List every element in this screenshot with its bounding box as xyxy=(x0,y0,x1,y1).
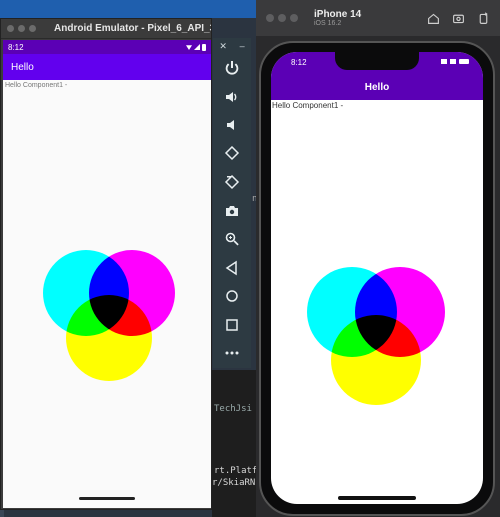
back-button[interactable] xyxy=(213,254,251,283)
home-button[interactable] xyxy=(213,282,251,311)
iphone-notch xyxy=(335,52,419,70)
android-titlebar[interactable]: Android Emulator - Pixel_6_API_33:5... xyxy=(1,19,211,39)
ios-home-indicator[interactable] xyxy=(338,496,416,500)
signal-icon xyxy=(194,44,200,50)
ios-status-time: 8:12 xyxy=(291,58,307,67)
minimize-button[interactable] xyxy=(18,25,25,32)
rotate-right-icon xyxy=(224,175,240,190)
wifi-icon xyxy=(450,59,456,64)
ios-os-version: iOS 16.2 xyxy=(314,19,342,27)
zoom-button-toolbar[interactable] xyxy=(213,225,251,254)
yellow-circle xyxy=(331,315,421,405)
close-icon[interactable]: ✕ xyxy=(219,41,227,52)
android-screen[interactable]: 8:12 Hello Hello Component1 - xyxy=(3,40,211,508)
minimize-icon[interactable]: – xyxy=(240,41,245,51)
android-status-icons xyxy=(186,43,206,51)
ios-nav-title: Hello xyxy=(364,82,390,93)
android-status-bar: 8:12 xyxy=(3,40,211,54)
ios-screen[interactable]: 8:12 Hello Hello Component1 - xyxy=(271,52,483,504)
rotate-left-button[interactable] xyxy=(213,140,251,169)
overview-icon xyxy=(226,319,238,331)
power-button[interactable] xyxy=(213,54,251,83)
ios-device-info: iPhone 14 iOS 16.2 xyxy=(314,9,361,28)
android-emulator-window: Android Emulator - Pixel_6_API_33:5... 8… xyxy=(0,18,212,510)
window-controls[interactable] xyxy=(266,14,298,22)
android-window-title: Android Emulator - Pixel_6_API_33:5... xyxy=(54,23,211,34)
battery-icon xyxy=(459,59,469,64)
rotate-icon[interactable] xyxy=(477,11,490,25)
volume-down-button[interactable] xyxy=(213,111,251,140)
overview-button[interactable] xyxy=(213,311,251,340)
android-venn-diagram xyxy=(43,250,175,381)
home-icon xyxy=(226,290,238,302)
rotate-left-icon xyxy=(224,145,240,160)
android-app-bar: Hello xyxy=(3,54,211,80)
rotate-right-button[interactable] xyxy=(213,168,251,197)
zoom-button[interactable] xyxy=(290,14,298,22)
ios-simulator-titlebar[interactable]: iPhone 14 iOS 16.2 xyxy=(256,0,500,36)
screenshot-icon[interactable] xyxy=(452,12,465,25)
battery-icon xyxy=(202,43,206,51)
android-content-text: Hello Component1 - xyxy=(5,82,68,89)
ios-venn-diagram xyxy=(307,267,445,405)
more-button[interactable] xyxy=(213,339,251,368)
yellow-circle xyxy=(66,295,152,381)
volume-up-button[interactable] xyxy=(213,83,251,112)
ios-content-text: Hello Component1 - xyxy=(272,101,344,110)
back-icon xyxy=(225,260,237,276)
ios-device-name: iPhone 14 xyxy=(314,8,362,20)
emulator-toolbar: ✕ – xyxy=(213,38,251,368)
zoom-button[interactable] xyxy=(29,25,36,32)
volume-up-icon xyxy=(226,91,237,102)
toolbar-header: ✕ – xyxy=(213,38,251,54)
power-icon xyxy=(225,61,239,75)
android-gesture-bar[interactable] xyxy=(79,497,135,500)
volume-down-icon xyxy=(227,120,234,131)
ios-navigation-bar: 8:12 Hello xyxy=(271,52,483,100)
signal-icon xyxy=(441,59,447,64)
camera-icon xyxy=(226,205,238,216)
android-app-title: Hello xyxy=(11,61,34,73)
more-icon xyxy=(225,351,239,355)
minimize-button[interactable] xyxy=(278,14,286,22)
zoom-icon xyxy=(225,232,239,246)
screenshot-button[interactable] xyxy=(213,197,251,226)
close-button[interactable] xyxy=(7,25,14,32)
ios-status-icons xyxy=(441,59,469,64)
ios-simulator-tools xyxy=(427,11,500,25)
close-button[interactable] xyxy=(266,14,274,22)
window-controls[interactable] xyxy=(7,25,36,32)
ide-code-line: TechJsi xyxy=(214,404,252,414)
home-icon[interactable] xyxy=(427,12,440,25)
wifi-icon xyxy=(186,45,192,50)
android-status-time: 8:12 xyxy=(8,42,24,52)
